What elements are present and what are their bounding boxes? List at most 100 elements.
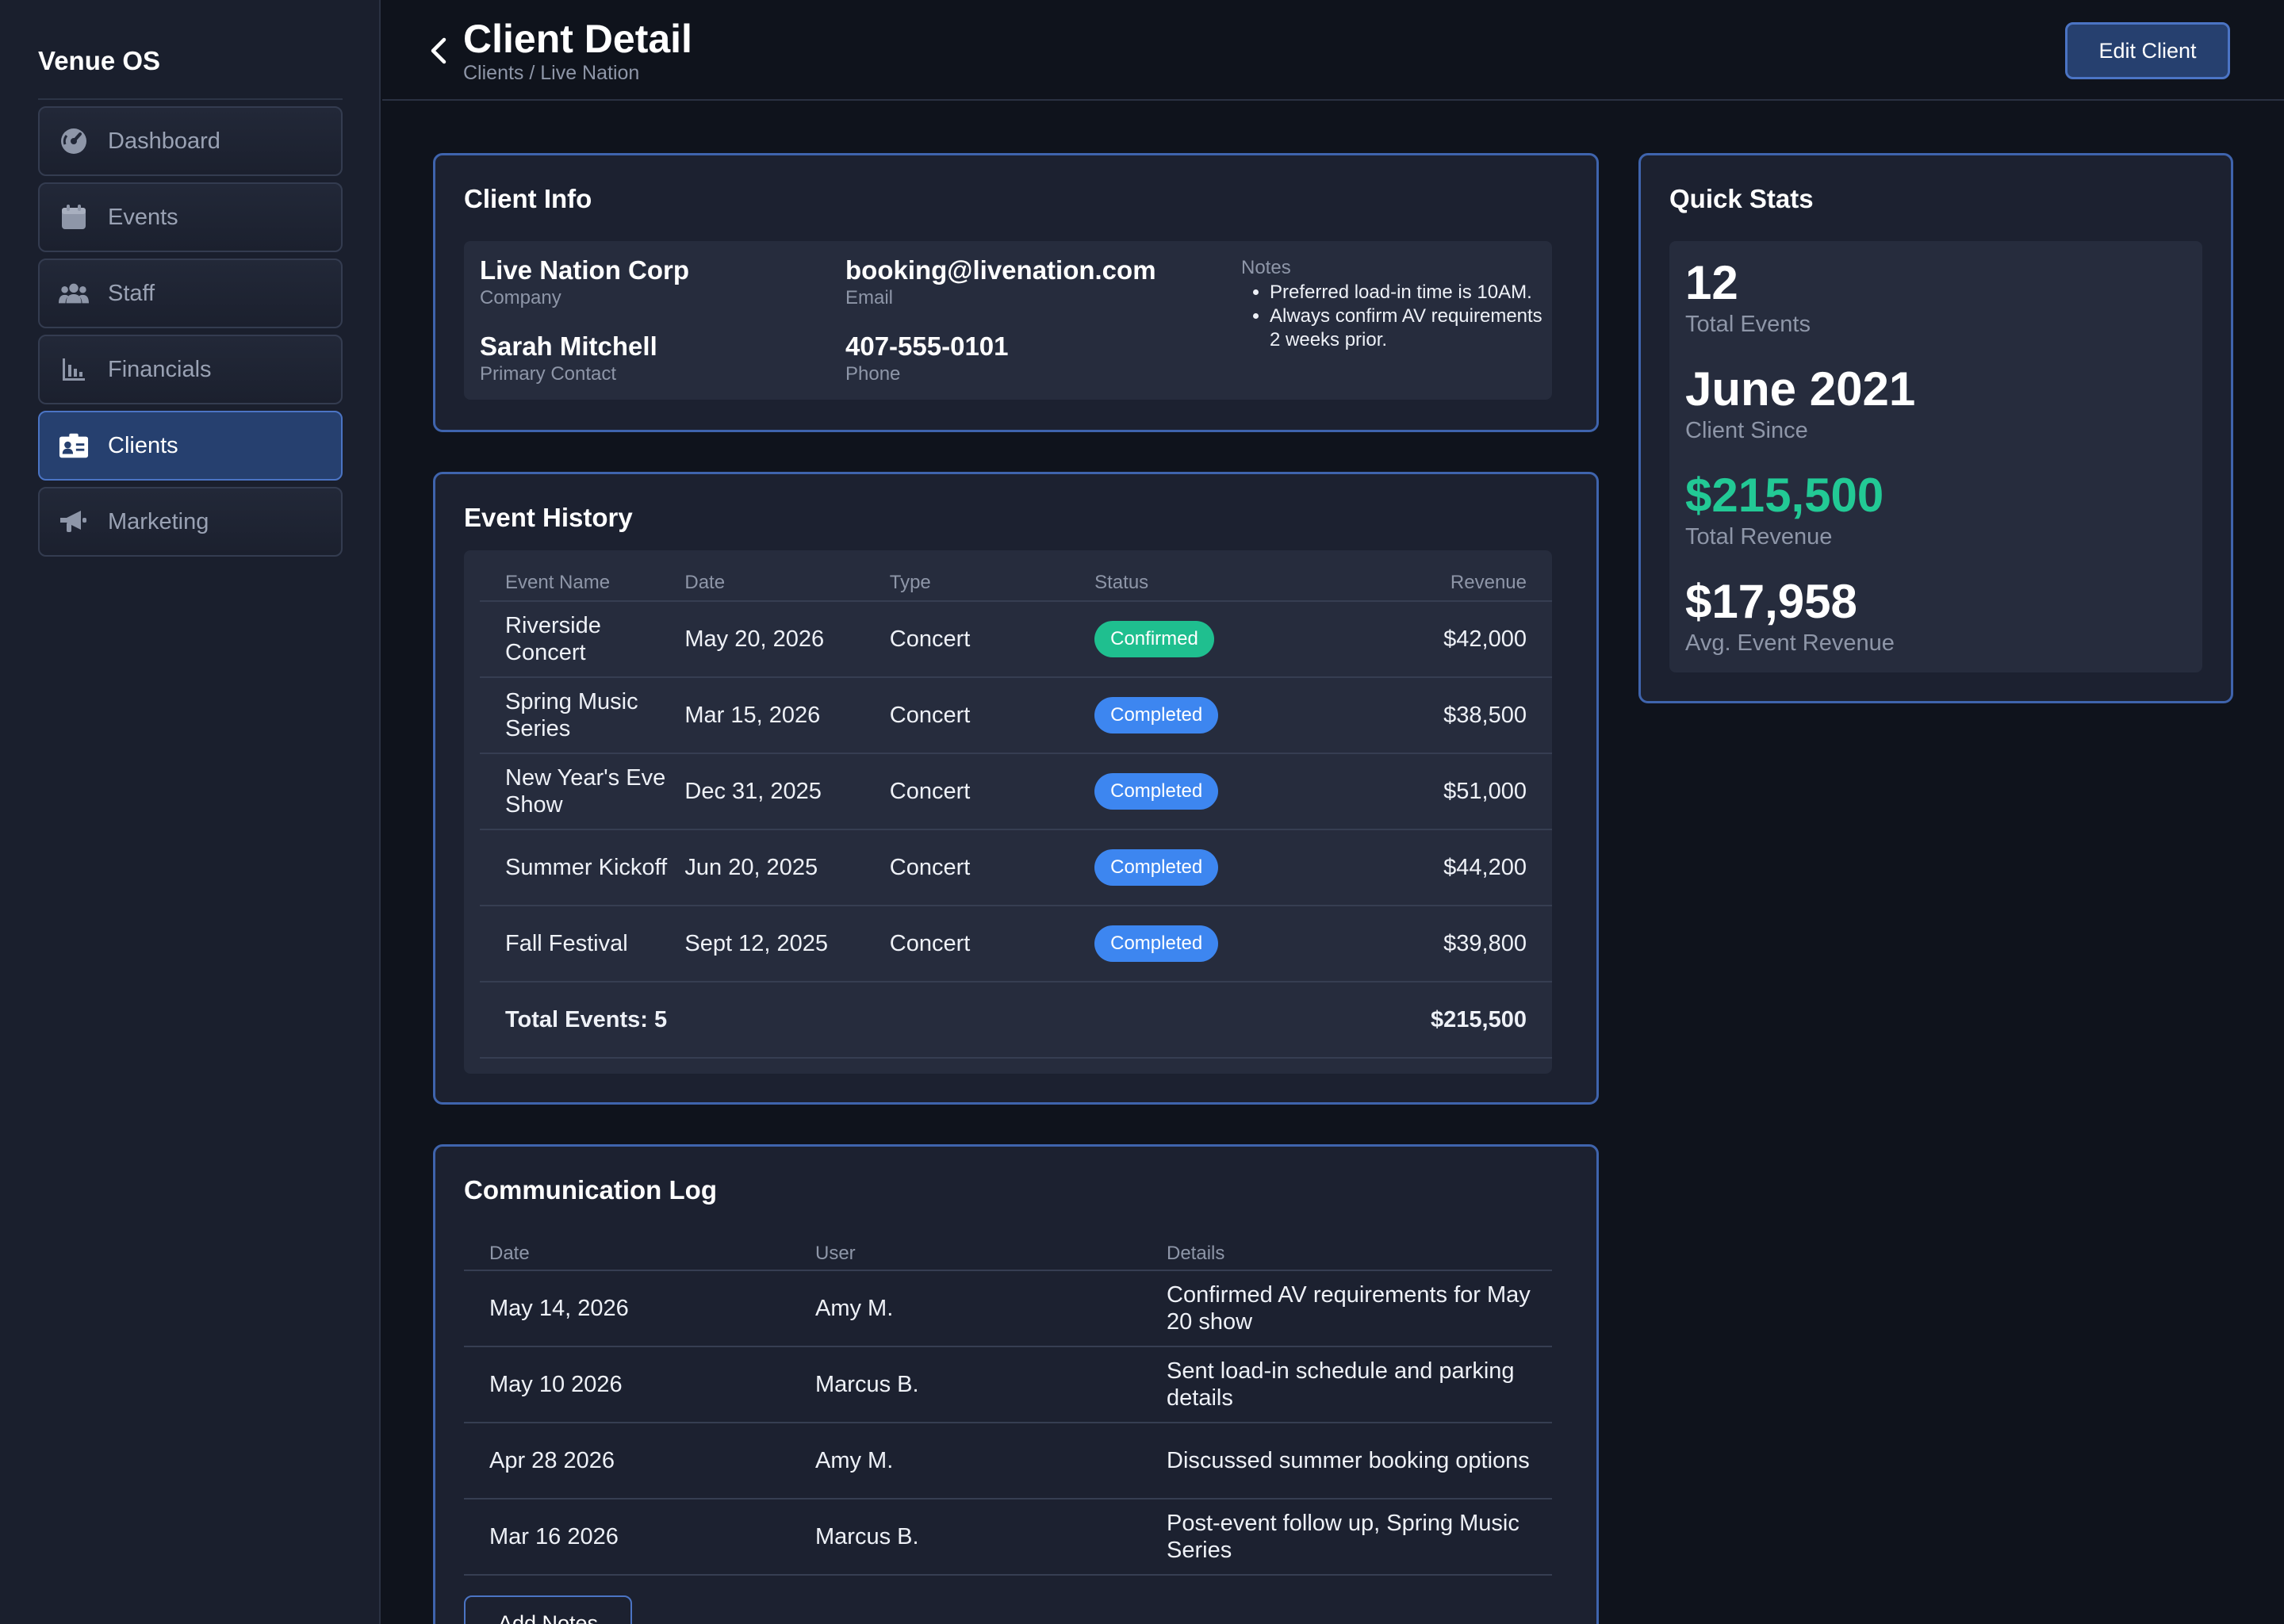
event-name: Spring Music Series [480, 677, 685, 754]
sidebar-item-staff[interactable]: Staff [38, 259, 343, 328]
stat-label: Total Revenue [1685, 524, 1833, 550]
stat-label: Avg. Event Revenue [1685, 630, 1895, 656]
event-type: Concert [889, 906, 1095, 982]
back-button[interactable] [422, 33, 454, 68]
chevron-left-icon [431, 37, 446, 64]
log-date: May 14, 2026 [464, 1270, 815, 1347]
event-revenue: $44,200 [1299, 829, 1552, 906]
stat-client-since: June 2021 Client Since [1685, 362, 1915, 444]
table-total-row: Total Events: 5 $215,500 [480, 982, 1552, 1059]
log-user: Amy M. [815, 1423, 1167, 1500]
sidebar-item-dashboard[interactable]: Dashboard [38, 106, 343, 176]
log-date: Mar 16 2026 [464, 1499, 815, 1576]
client-info-card: Client Info Live Nation Corp Company boo… [433, 153, 1599, 432]
sidebar-item-label: Clients [108, 432, 178, 458]
event-type: Concert [889, 753, 1095, 830]
column-header[interactable]: Revenue [1299, 550, 1552, 602]
status-badge: Completed [1094, 925, 1219, 962]
stat-value: $17,958 [1685, 575, 1857, 628]
total-revenue-value: $215,500 [1299, 982, 1552, 1059]
phone-value[interactable]: 407-555-0101 [845, 331, 1009, 362]
table-header-row: Event Name Date Type Status Revenue [480, 550, 1552, 602]
table-row[interactable]: May 10 2026 Marcus B. Sent load-in sched… [464, 1346, 1552, 1423]
page-title: Client Detail [463, 17, 692, 61]
event-revenue: $51,000 [1299, 753, 1552, 830]
event-history-table: Event Name Date Type Status Revenue Rive… [480, 550, 1552, 1059]
table-row[interactable]: New Year's Eve Show Dec 31, 2025 Concert… [480, 753, 1552, 830]
column-header[interactable]: Details [1167, 1231, 1552, 1271]
quick-stats-card: Quick Stats 12 Total Events June 2021 Cl… [1638, 153, 2233, 703]
column-header[interactable]: Date [464, 1231, 815, 1271]
card-title: Quick Stats [1669, 184, 1814, 213]
calendar-icon [59, 202, 89, 232]
event-revenue: $42,000 [1299, 601, 1552, 678]
table-header-row: Date User Details [464, 1231, 1552, 1271]
stat-total-revenue: $215,500 Total Revenue [1685, 468, 1884, 550]
column-header[interactable]: Type [889, 550, 1095, 602]
log-details: Sent load-in schedule and parking detail… [1167, 1346, 1552, 1423]
email-label: Email [845, 287, 894, 308]
sidebar-item-marketing[interactable]: Marketing [38, 487, 343, 557]
card-title: Communication Log [464, 1175, 717, 1205]
event-date: Dec 31, 2025 [684, 753, 890, 830]
table-row[interactable]: Spring Music Series Mar 15, 2026 Concert… [480, 677, 1552, 754]
phone-label: Phone [845, 363, 901, 385]
event-type: Concert [889, 829, 1095, 906]
status-badge: Confirmed [1094, 621, 1214, 657]
status-badge: Completed [1094, 697, 1219, 733]
log-user: Marcus B. [815, 1499, 1167, 1576]
event-status-cell: Completed [1094, 906, 1300, 982]
table-row[interactable]: Summer Kickoff Jun 20, 2025 Concert Comp… [480, 829, 1552, 906]
users-icon [59, 278, 89, 308]
card-title: Client Info [464, 184, 592, 213]
edit-client-button[interactable]: Edit Client [2065, 22, 2230, 79]
event-revenue: $38,500 [1299, 677, 1552, 754]
event-date: Sept 12, 2025 [684, 906, 890, 982]
sidebar-item-financials[interactable]: Financials [38, 335, 343, 404]
card-title: Event History [464, 503, 633, 532]
company-label: Company [480, 287, 561, 308]
event-status-cell: Completed [1094, 829, 1300, 906]
contact-label: Primary Contact [480, 363, 617, 385]
breadcrumb[interactable]: Clients / Live Nation [463, 62, 639, 85]
log-user: Amy M. [815, 1270, 1167, 1347]
quick-stats-panel: 12 Total Events June 2021 Client Since $… [1669, 241, 2202, 672]
table-row[interactable]: Fall Festival Sept 12, 2025 Concert Comp… [480, 906, 1552, 982]
column-header[interactable]: Status [1094, 550, 1300, 602]
note-item: Always confirm AV requirements 2 weeks p… [1270, 304, 1542, 352]
table-row[interactable]: Apr 28 2026 Amy M. Discussed summer book… [464, 1423, 1552, 1500]
sidebar-item-label: Staff [108, 280, 155, 306]
event-revenue: $39,800 [1299, 906, 1552, 982]
phone-field: 407-555-0101 Phone [845, 331, 1009, 385]
page-header: Client Detail Clients / Live Nation Edit… [382, 0, 2284, 101]
status-badge: Completed [1094, 773, 1219, 810]
bar-chart-icon [59, 354, 89, 385]
stat-label: Total Events [1685, 312, 1811, 337]
communication-log-card: Communication Log Date User Details May … [433, 1144, 1599, 1624]
sidebar-item-events[interactable]: Events [38, 182, 343, 252]
email-field: booking@livenation.com Email [845, 255, 1156, 309]
notes-label: Notes [1241, 257, 1291, 278]
table-row[interactable]: Mar 16 2026 Marcus B. Post-event follow … [464, 1499, 1552, 1576]
column-header[interactable]: Date [684, 550, 890, 602]
log-user: Marcus B. [815, 1346, 1167, 1423]
app-name: Venue OS [38, 46, 161, 75]
email-value[interactable]: booking@livenation.com [845, 255, 1156, 285]
table-row[interactable]: May 14, 2026 Amy M. Confirmed AV require… [464, 1270, 1552, 1347]
event-type: Concert [889, 677, 1095, 754]
sidebar-item-clients[interactable]: Clients [38, 411, 343, 481]
event-history-card: Event History Event Name Date Type Statu… [433, 472, 1599, 1105]
event-name: Fall Festival [480, 906, 685, 982]
event-status-cell: Completed [1094, 753, 1300, 830]
event-type: Concert [889, 601, 1095, 678]
sidebar-divider [38, 98, 343, 100]
table-row[interactable]: Riverside Concert May 20, 2026 Concert C… [480, 601, 1552, 678]
stat-value: 12 [1685, 256, 1738, 309]
add-notes-button[interactable]: Add Notes [464, 1595, 632, 1624]
total-events-label: Total Events: 5 [480, 982, 1300, 1059]
log-details: Confirmed AV requirements for May 20 sho… [1167, 1270, 1552, 1347]
column-header[interactable]: User [815, 1231, 1167, 1271]
column-header[interactable]: Event Name [480, 550, 685, 602]
sidebar-nav: Dashboard Events Staff Financials Client… [38, 106, 343, 563]
note-item: Preferred load-in time is 10AM. [1270, 281, 1542, 304]
